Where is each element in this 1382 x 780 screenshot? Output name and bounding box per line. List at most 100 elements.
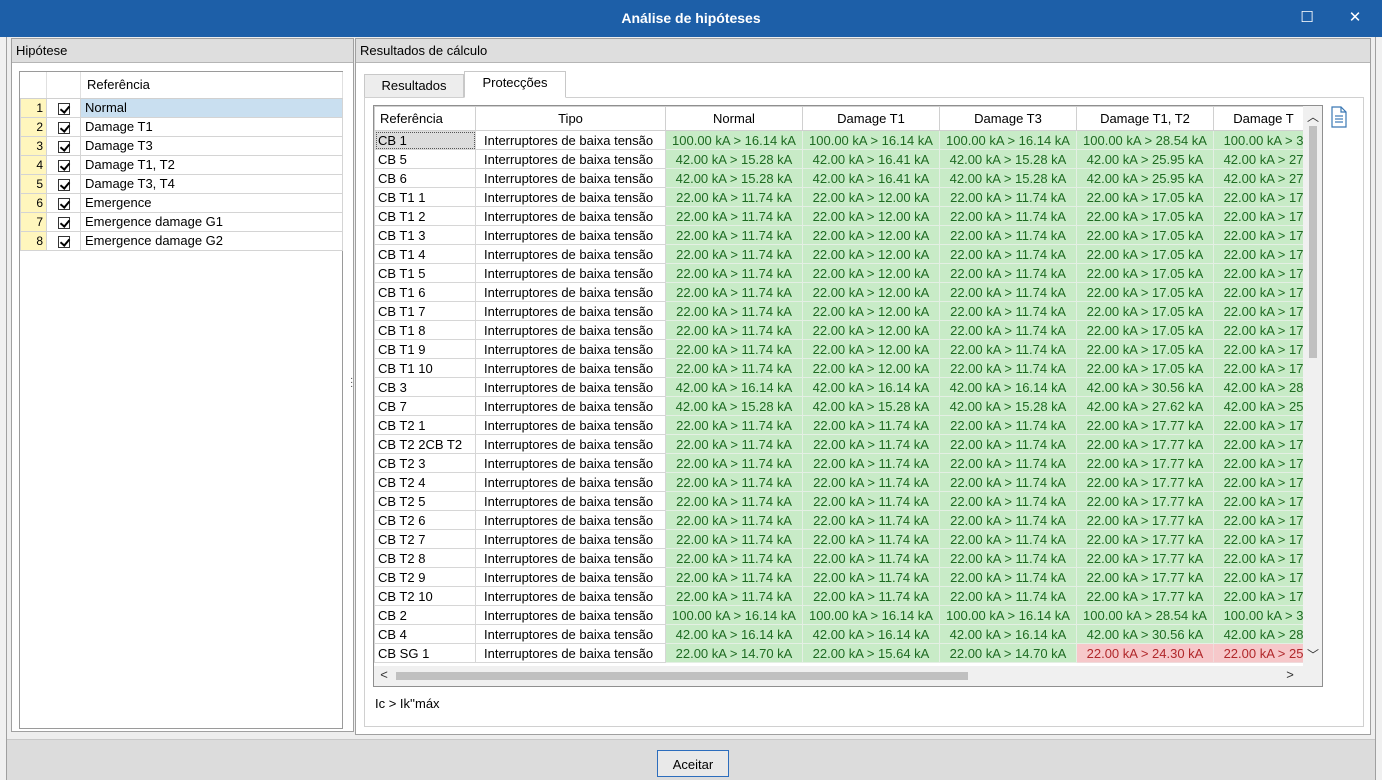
protection-check-cell[interactable]: 22.00 kA > 11.74 kA bbox=[939, 586, 1077, 606]
protection-check-cell[interactable]: 42.00 kA > 16.14 kA bbox=[939, 624, 1077, 644]
protection-check-cell[interactable]: 42.00 kA > 16.41 kA bbox=[802, 168, 940, 188]
protection-check-cell[interactable]: 100.00 kA > 28.54 kA bbox=[1076, 605, 1214, 625]
protection-check-cell[interactable]: 42.00 kA > 16.14 kA bbox=[939, 377, 1077, 397]
row-reference[interactable]: CB T1 4 bbox=[374, 244, 476, 264]
table-row[interactable]: CB T1 5 Interruptores de baixa tensão 22.0… bbox=[374, 263, 1314, 283]
scroll-up-icon[interactable]: ︿ bbox=[1303, 108, 1322, 125]
protection-check-cell[interactable]: 42.00 kA > 16.14 kA bbox=[802, 377, 940, 397]
splitter-handle[interactable]: · · · bbox=[350, 374, 354, 392]
protection-check-cell[interactable]: 22.00 kA > 11.74 kA bbox=[939, 244, 1077, 264]
protection-check-cell[interactable]: 22.00 kA > 17.77 kA bbox=[1076, 548, 1214, 568]
row-type[interactable]: Interruptores de baixa tensão bbox=[475, 548, 666, 568]
protection-check-cell[interactable]: 42.00 kA > 27 bbox=[1213, 168, 1314, 188]
protection-check-cell[interactable]: 22.00 kA > 17 bbox=[1213, 206, 1314, 226]
protection-check-cell[interactable]: 22.00 kA > 17.77 kA bbox=[1076, 510, 1214, 530]
protection-check-cell[interactable]: 100.00 kA > 28.54 kA bbox=[1076, 130, 1214, 150]
horizontal-scrollbar[interactable]: < > bbox=[374, 666, 1303, 686]
table-row[interactable]: CB 1 Interruptores de baixa tensão 100.00 … bbox=[374, 130, 1314, 150]
protection-check-cell[interactable]: 22.00 kA > 17 bbox=[1213, 225, 1314, 245]
row-reference[interactable]: CB T2 3 bbox=[374, 453, 476, 473]
checkbox-checked-icon[interactable] bbox=[57, 102, 70, 115]
hypothesis-row[interactable]: 7 Emergence damage G1 bbox=[20, 211, 343, 232]
protection-check-cell[interactable]: 22.00 kA > 11.74 kA bbox=[665, 206, 803, 226]
hypothesis-label[interactable]: Damage T1, T2 bbox=[80, 154, 343, 175]
protection-check-cell[interactable]: 22.00 kA > 11.74 kA bbox=[665, 548, 803, 568]
protection-check-cell[interactable]: 22.00 kA > 11.74 kA bbox=[665, 510, 803, 530]
protection-check-cell[interactable]: 22.00 kA > 11.74 kA bbox=[665, 225, 803, 245]
hypothesis-row[interactable]: 6 Emergence bbox=[20, 192, 343, 213]
protection-check-cell[interactable]: 22.00 kA > 11.74 kA bbox=[939, 282, 1077, 302]
protection-check-cell[interactable]: 42.00 kA > 16.14 kA bbox=[665, 624, 803, 644]
protection-check-cell[interactable]: 22.00 kA > 17 bbox=[1213, 491, 1314, 511]
protection-check-cell[interactable]: 42.00 kA > 15.28 kA bbox=[665, 149, 803, 169]
table-row[interactable]: CB T2 3 Interruptores de baixa tensão 22.0… bbox=[374, 453, 1314, 473]
protection-check-cell[interactable]: 22.00 kA > 12.00 kA bbox=[802, 301, 940, 321]
row-type[interactable]: Interruptores de baixa tensão bbox=[475, 168, 666, 188]
protection-check-cell[interactable]: 42.00 kA > 27.62 kA bbox=[1076, 396, 1214, 416]
protection-check-cell[interactable]: 22.00 kA > 17.05 kA bbox=[1076, 225, 1214, 245]
table-row[interactable]: CB T1 9 Interruptores de baixa tensão 22.0… bbox=[374, 339, 1314, 359]
protection-check-cell[interactable]: 22.00 kA > 12.00 kA bbox=[802, 263, 940, 283]
protection-check-cell[interactable]: 22.00 kA > 17 bbox=[1213, 453, 1314, 473]
protection-check-cell[interactable]: 22.00 kA > 12.00 kA bbox=[802, 320, 940, 340]
protection-check-cell[interactable]: 22.00 kA > 11.74 kA bbox=[802, 529, 940, 549]
column-header[interactable]: Damage T3 bbox=[939, 106, 1077, 131]
hypothesis-label[interactable]: Damage T3 bbox=[80, 135, 343, 156]
protection-check-cell[interactable]: 22.00 kA > 17.05 kA bbox=[1076, 244, 1214, 264]
protection-check-cell[interactable]: 42.00 kA > 25 bbox=[1213, 396, 1314, 416]
row-reference[interactable]: CB T2 8 bbox=[374, 548, 476, 568]
row-type[interactable]: Interruptores de baixa tensão bbox=[475, 225, 666, 245]
protection-check-cell[interactable]: 42.00 kA > 15.28 kA bbox=[802, 396, 940, 416]
horizontal-scroll-thumb[interactable] bbox=[396, 672, 968, 680]
row-type[interactable]: Interruptores de baixa tensão bbox=[475, 339, 666, 359]
protection-check-cell[interactable]: 22.00 kA > 17.77 kA bbox=[1076, 415, 1214, 435]
row-reference[interactable]: CB T2 1 bbox=[374, 415, 476, 435]
protection-check-cell[interactable]: 22.00 kA > 14.70 kA bbox=[939, 643, 1077, 663]
protection-check-cell[interactable]: 42.00 kA > 16.14 kA bbox=[665, 377, 803, 397]
row-type[interactable]: Interruptores de baixa tensão bbox=[475, 453, 666, 473]
table-row[interactable]: CB T1 10 Interruptores de baixa tensão 22.… bbox=[374, 358, 1314, 378]
row-reference[interactable]: CB T1 2 bbox=[374, 206, 476, 226]
protection-check-cell[interactable]: 22.00 kA > 11.74 kA bbox=[939, 529, 1077, 549]
protection-check-cell[interactable]: 22.00 kA > 11.74 kA bbox=[939, 434, 1077, 454]
protection-check-cell[interactable]: 22.00 kA > 17 bbox=[1213, 567, 1314, 587]
row-reference[interactable]: CB T1 5 bbox=[374, 263, 476, 283]
protection-check-cell[interactable]: 22.00 kA > 11.74 kA bbox=[802, 510, 940, 530]
table-row[interactable]: CB 6 Interruptores de baixa tensão 42.00 k… bbox=[374, 168, 1314, 188]
protection-check-cell[interactable]: 22.00 kA > 17 bbox=[1213, 586, 1314, 606]
row-type[interactable]: Interruptores de baixa tensão bbox=[475, 643, 666, 663]
table-row[interactable]: CB T2 6 Interruptores de baixa tensão 22.0… bbox=[374, 510, 1314, 530]
protection-check-cell[interactable]: 22.00 kA > 11.74 kA bbox=[802, 415, 940, 435]
row-type[interactable]: Interruptores de baixa tensão bbox=[475, 149, 666, 169]
row-reference[interactable]: CB T1 9 bbox=[374, 339, 476, 359]
protection-check-cell[interactable]: 22.00 kA > 12.00 kA bbox=[802, 358, 940, 378]
hypothesis-label[interactable]: Damage T1 bbox=[80, 116, 343, 137]
protection-check-cell[interactable]: 100.00 kA > 3 bbox=[1213, 605, 1314, 625]
protection-check-cell[interactable]: 22.00 kA > 11.74 kA bbox=[939, 548, 1077, 568]
protection-check-cell[interactable]: 100.00 kA > 16.14 kA bbox=[939, 130, 1077, 150]
hypothesis-checkbox[interactable] bbox=[46, 211, 81, 232]
row-reference[interactable]: CB T2 7 bbox=[374, 529, 476, 549]
protection-check-cell[interactable]: 100.00 kA > 16.14 kA bbox=[802, 605, 940, 625]
hypothesis-row[interactable]: 4 Damage T1, T2 bbox=[20, 154, 343, 175]
protection-check-cell[interactable]: 22.00 kA > 12.00 kA bbox=[802, 225, 940, 245]
protection-check-cell[interactable]: 22.00 kA > 11.74 kA bbox=[665, 567, 803, 587]
protection-check-cell[interactable]: 42.00 kA > 30.56 kA bbox=[1076, 377, 1214, 397]
protection-check-cell[interactable]: 22.00 kA > 11.74 kA bbox=[939, 491, 1077, 511]
tab-proteccoes[interactable]: Protecções bbox=[464, 71, 566, 98]
protection-check-cell[interactable]: 22.00 kA > 17 bbox=[1213, 244, 1314, 264]
table-row[interactable]: CB T2 10 Interruptores de baixa tensão 22.… bbox=[374, 586, 1314, 606]
protection-check-cell[interactable]: 100.00 kA > 16.14 kA bbox=[939, 605, 1077, 625]
row-type[interactable]: Interruptores de baixa tensão bbox=[475, 529, 666, 549]
table-row[interactable]: CB T1 2 Interruptores de baixa tensão 22.0… bbox=[374, 206, 1314, 226]
protection-check-cell[interactable]: 42.00 kA > 25.95 kA bbox=[1076, 149, 1214, 169]
row-type[interactable]: Interruptores de baixa tensão bbox=[475, 396, 666, 416]
row-reference[interactable]: CB 2 bbox=[374, 605, 476, 625]
vertical-scroll-thumb[interactable] bbox=[1309, 126, 1317, 358]
protection-check-cell[interactable]: 22.00 kA > 17.05 kA bbox=[1076, 282, 1214, 302]
protection-check-cell[interactable]: 22.00 kA > 12.00 kA bbox=[802, 244, 940, 264]
protection-check-cell[interactable]: 22.00 kA > 14.70 kA bbox=[665, 643, 803, 663]
row-reference[interactable]: CB 1 bbox=[374, 130, 476, 150]
hypothesis-row[interactable]: 8 Emergence damage G2 bbox=[20, 230, 343, 251]
close-icon[interactable]: ✕ bbox=[1345, 8, 1365, 28]
